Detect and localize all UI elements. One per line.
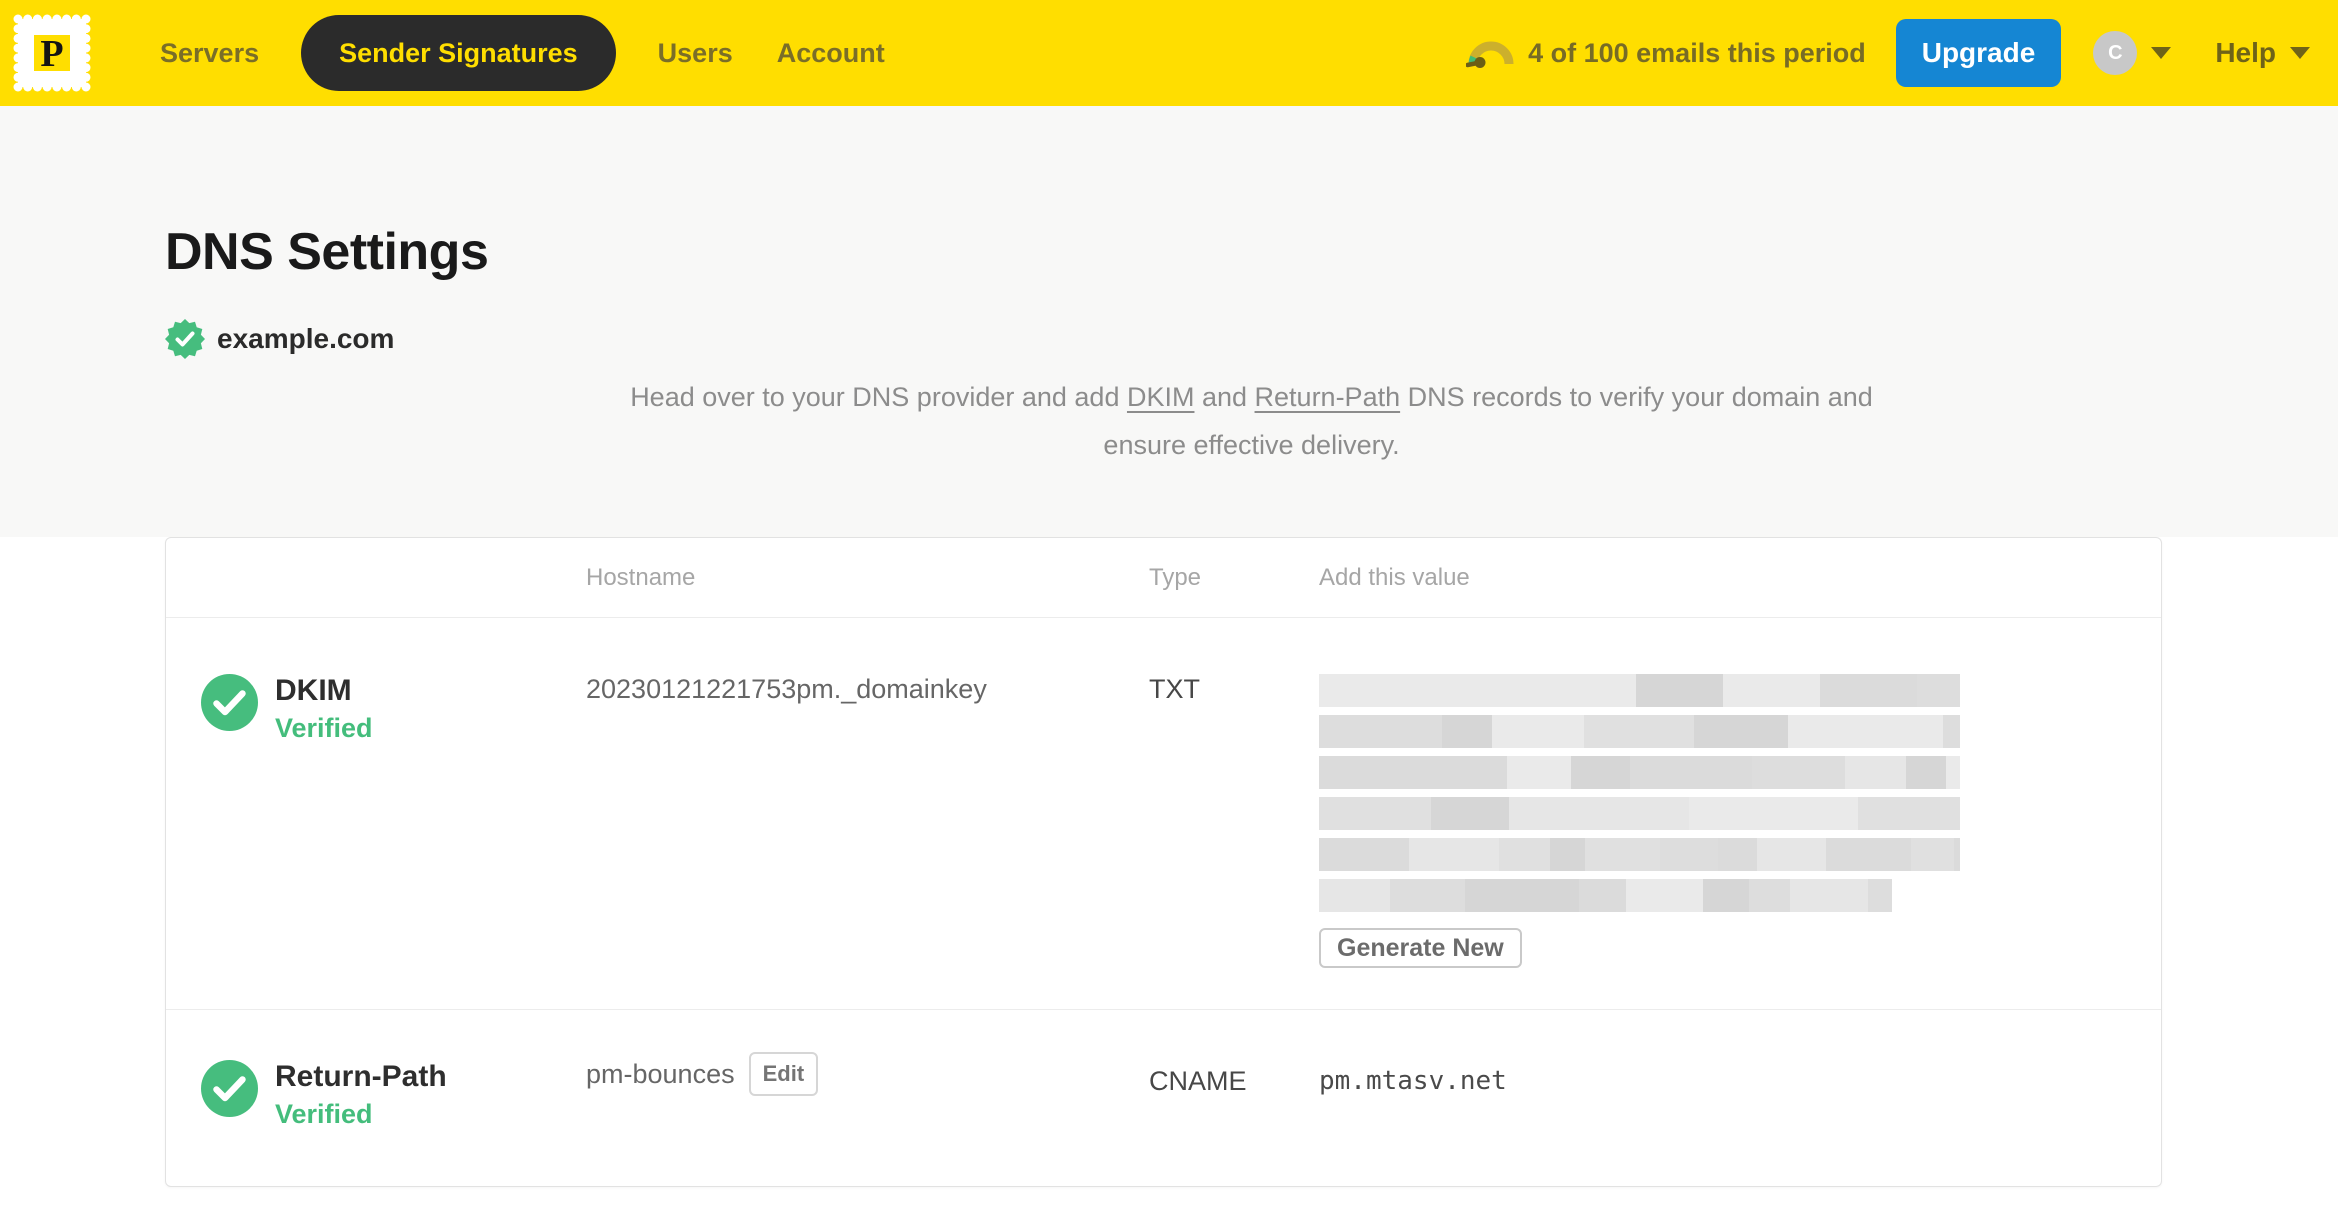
intro-pre: Head over to your DNS provider and add <box>630 382 1127 413</box>
account-caret-icon[interactable] <box>2151 47 2172 59</box>
svg-text:P: P <box>40 33 63 75</box>
avatar-initial: C <box>2108 41 2123 64</box>
dkim-status-cell: DKIM Verified <box>166 618 586 1009</box>
help-caret-icon <box>2290 47 2310 59</box>
top-nav: P Servers Sender Signatures Users Accoun… <box>0 0 2338 106</box>
table-header-row: Hostname Type Add this value <box>166 538 2161 618</box>
return-path-value: pm.mtasv.net <box>1319 1066 1507 1096</box>
dkim-link[interactable]: DKIM <box>1127 382 1195 412</box>
upgrade-button[interactable]: Upgrade <box>1895 19 2062 87</box>
return-path-hostname-cell: pm-bounces Edit <box>586 1010 1149 1186</box>
nav-item-sender-signatures[interactable]: Sender Signatures <box>301 15 616 91</box>
verified-seal-icon <box>165 319 205 360</box>
redacted-value <box>1319 674 2161 912</box>
return-path-status-cell: Return-Path Verified <box>166 1010 586 1186</box>
return-path-link[interactable]: Return-Path <box>1255 382 1401 412</box>
generate-new-button[interactable]: Generate New <box>1319 928 1522 968</box>
page-title: DNS Settings <box>165 223 489 281</box>
domain-row: example.com <box>165 319 2338 360</box>
dns-records-card: Hostname Type Add this value DKIM Verifi… <box>165 537 2162 1187</box>
nav-item-users[interactable]: Users <box>658 38 733 69</box>
col-header-hostname: Hostname <box>586 563 696 591</box>
nav-item-servers[interactable]: Servers <box>160 38 259 69</box>
primary-nav: Servers Sender Signatures Users Account <box>138 15 907 91</box>
status-badge: Verified <box>275 713 373 743</box>
record-name: Return-Path <box>275 1060 447 1093</box>
postmark-logo[interactable]: P <box>12 13 92 93</box>
nav-item-account[interactable]: Account <box>777 38 885 69</box>
dkim-value-cell: Generate New <box>1319 618 2161 1009</box>
avatar[interactable]: C <box>2093 31 2138 75</box>
table-row-return-path: Return-Path Verified pm-bounces Edit CNA… <box>166 1009 2161 1186</box>
status-badge: Verified <box>275 1099 373 1129</box>
help-menu[interactable]: Help <box>2215 37 2310 69</box>
help-label: Help <box>2215 37 2276 68</box>
usage-gauge-icon <box>1466 41 1514 68</box>
intro-text: Head over to your DNS provider and add D… <box>617 373 1887 469</box>
main-content: Hostname Type Add this value DKIM Verifi… <box>0 537 2338 1187</box>
domain-name: example.com <box>217 323 395 355</box>
record-name: DKIM <box>275 674 352 707</box>
return-path-hostname: pm-bounces <box>586 1058 735 1089</box>
intro-mid: and <box>1194 382 1255 413</box>
return-path-value-cell: pm.mtasv.net <box>1319 1010 2161 1186</box>
verified-check-icon <box>201 674 258 731</box>
edit-button[interactable]: Edit <box>748 1052 819 1096</box>
nav-right-cluster: 4 of 100 emails this period Upgrade C He… <box>1466 19 2310 87</box>
stamp-logo-icon: P <box>13 14 91 92</box>
table-row-dkim: DKIM Verified 20230121221753pm._domainke… <box>166 618 2161 1009</box>
usage-text: 4 of 100 emails this period <box>1528 37 1866 68</box>
return-path-type: CNAME <box>1149 1066 1247 1096</box>
verified-check-icon <box>201 1060 258 1117</box>
dkim-hostname: 20230121221753pm._domainkey <box>586 674 987 704</box>
col-header-value: Add this value <box>1319 563 1470 591</box>
dkim-type: TXT <box>1149 674 1200 704</box>
col-header-type: Type <box>1149 563 1202 591</box>
